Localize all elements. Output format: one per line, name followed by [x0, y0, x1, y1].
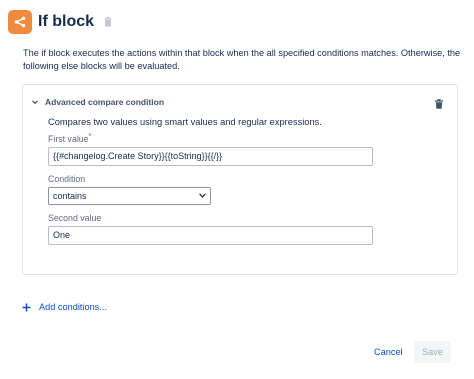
add-conditions-label: Add conditions... — [39, 302, 107, 312]
plus-icon — [22, 303, 31, 312]
second-value-label: Second value — [48, 212, 102, 223]
delete-block-icon[interactable] — [104, 17, 112, 27]
condition-label: Condition — [48, 173, 86, 184]
first-value-input[interactable] — [48, 146, 373, 166]
block-header: If block — [8, 6, 112, 38]
chevron-down-icon — [199, 193, 206, 199]
page-title: If block — [38, 13, 95, 30]
first-value-label: First value* — [48, 131, 378, 144]
condition-select[interactable]: contains — [48, 186, 211, 205]
condition-card-toggle[interactable]: Advanced compare condition — [31, 97, 164, 107]
required-marker: * — [88, 131, 92, 140]
trash-icon[interactable] — [434, 96, 444, 109]
condition-select-value: contains — [53, 190, 87, 201]
condition-form: Compares two values using smart values a… — [48, 117, 378, 245]
chevron-down-icon — [31, 98, 39, 106]
first-value-label-text: First value — [48, 133, 89, 144]
second-value-input[interactable] — [48, 225, 373, 245]
branch-icon — [8, 10, 32, 34]
condition-card: Advanced compare condition Compares two … — [22, 84, 458, 275]
condition-summary: Compares two values using smart values a… — [48, 117, 322, 127]
add-conditions-link[interactable]: Add conditions... — [22, 302, 107, 312]
condition-card-title: Advanced compare condition — [45, 97, 165, 107]
save-button[interactable]: Save — [414, 341, 451, 363]
cancel-button[interactable]: Cancel — [370, 343, 407, 361]
block-description: The if block executes the actions within… — [23, 48, 461, 71]
